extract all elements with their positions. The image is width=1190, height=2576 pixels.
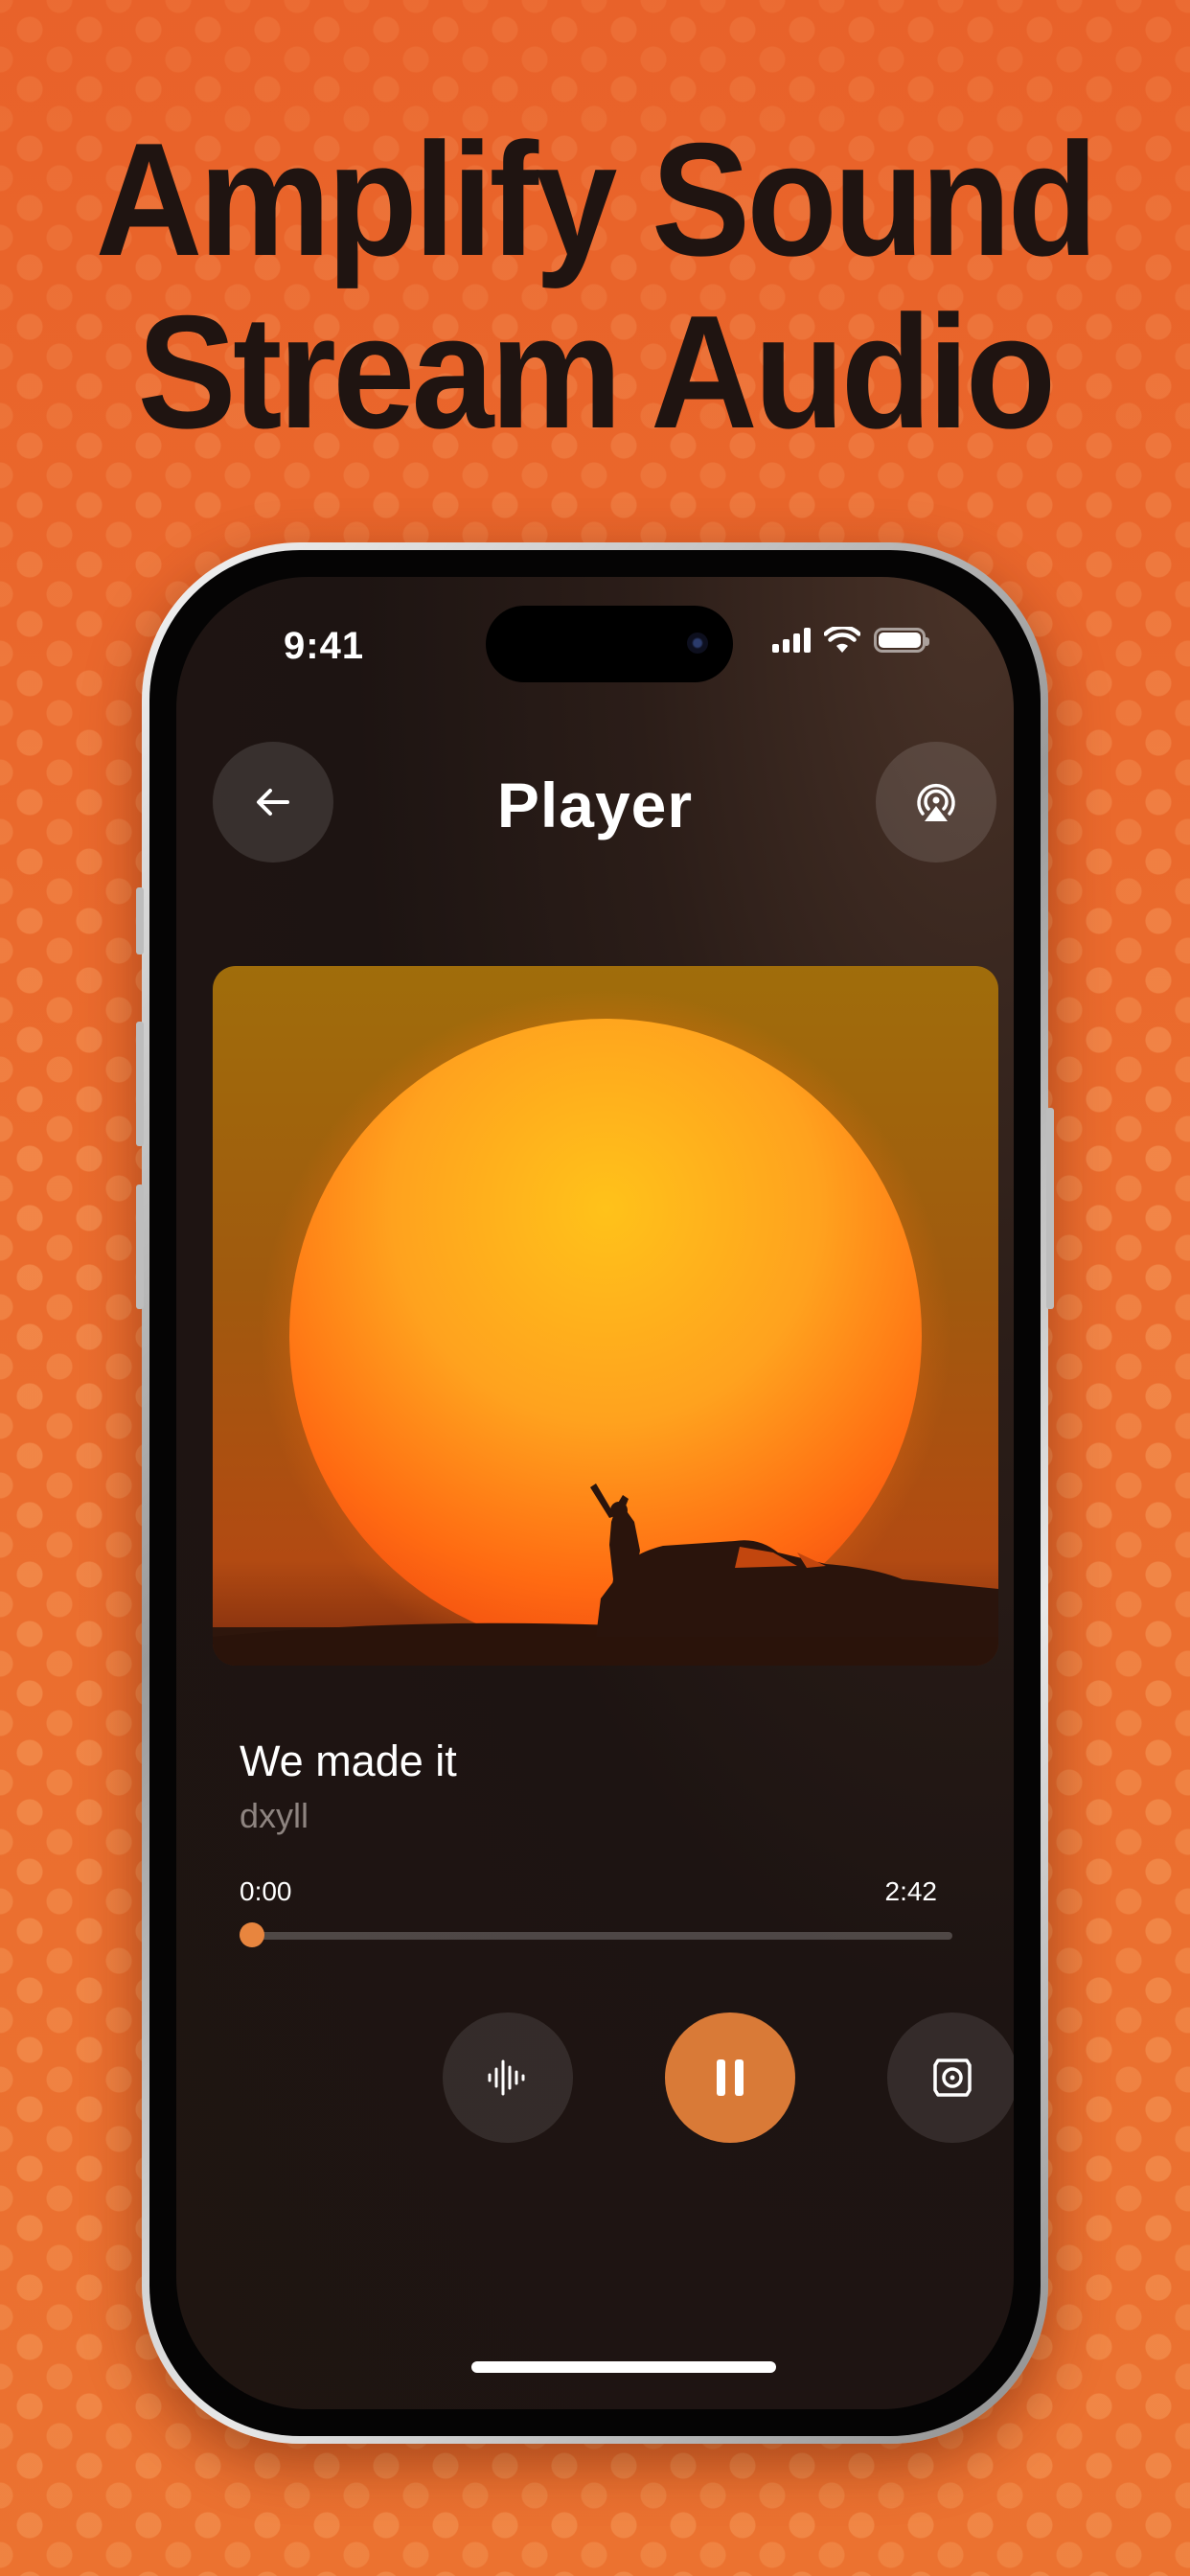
phone-frame: 9:41 Player We made it dxyll 0:00 2:42: [136, 542, 1054, 2444]
marketing-headline: Amplify Sound Stream Audio: [48, 113, 1143, 458]
speaker-icon: [933, 2058, 972, 2097]
progress-bar[interactable]: [240, 1932, 952, 1940]
dynamic-island: [486, 606, 733, 682]
airplay-button[interactable]: [876, 742, 996, 862]
track-title: We made it: [240, 1736, 457, 1785]
status-time: 9:41: [284, 625, 365, 667]
album-artwork: [213, 966, 998, 1666]
speaker-button[interactable]: [887, 2012, 1014, 2143]
pause-icon: [717, 2059, 744, 2096]
home-indicator[interactable]: [471, 2361, 776, 2373]
track-artist: dxyll: [240, 1796, 309, 1835]
wifi-icon: [824, 627, 860, 653]
volume-up-button: [136, 1022, 144, 1146]
headline-line-1: Amplify Sound: [95, 109, 1098, 289]
player-screen: 9:41 Player We made it dxyll 0:00 2:42: [176, 577, 1014, 2409]
power-button: [1046, 1108, 1054, 1309]
sunset-illustration: [213, 990, 998, 1666]
total-duration: 2:42: [884, 1876, 938, 1906]
battery-icon: [874, 628, 929, 653]
progress-thumb[interactable]: [240, 1922, 264, 1947]
waveform-icon: [488, 2059, 525, 2096]
cellular-signal-icon: [772, 628, 811, 653]
volume-down-button: [136, 1184, 144, 1309]
headline-line-2: Stream Audio: [137, 282, 1057, 462]
pause-button[interactable]: [665, 2012, 795, 2143]
phone-bezel: 9:41 Player We made it dxyll 0:00 2:42: [149, 550, 1041, 2436]
elapsed-time: 0:00: [240, 1876, 292, 1906]
airplay-broadcast-icon: [917, 784, 955, 821]
silent-switch: [136, 887, 144, 954]
camera-icon: [687, 632, 708, 654]
waveform-button[interactable]: [443, 2012, 573, 2143]
status-icons: [772, 627, 929, 654]
